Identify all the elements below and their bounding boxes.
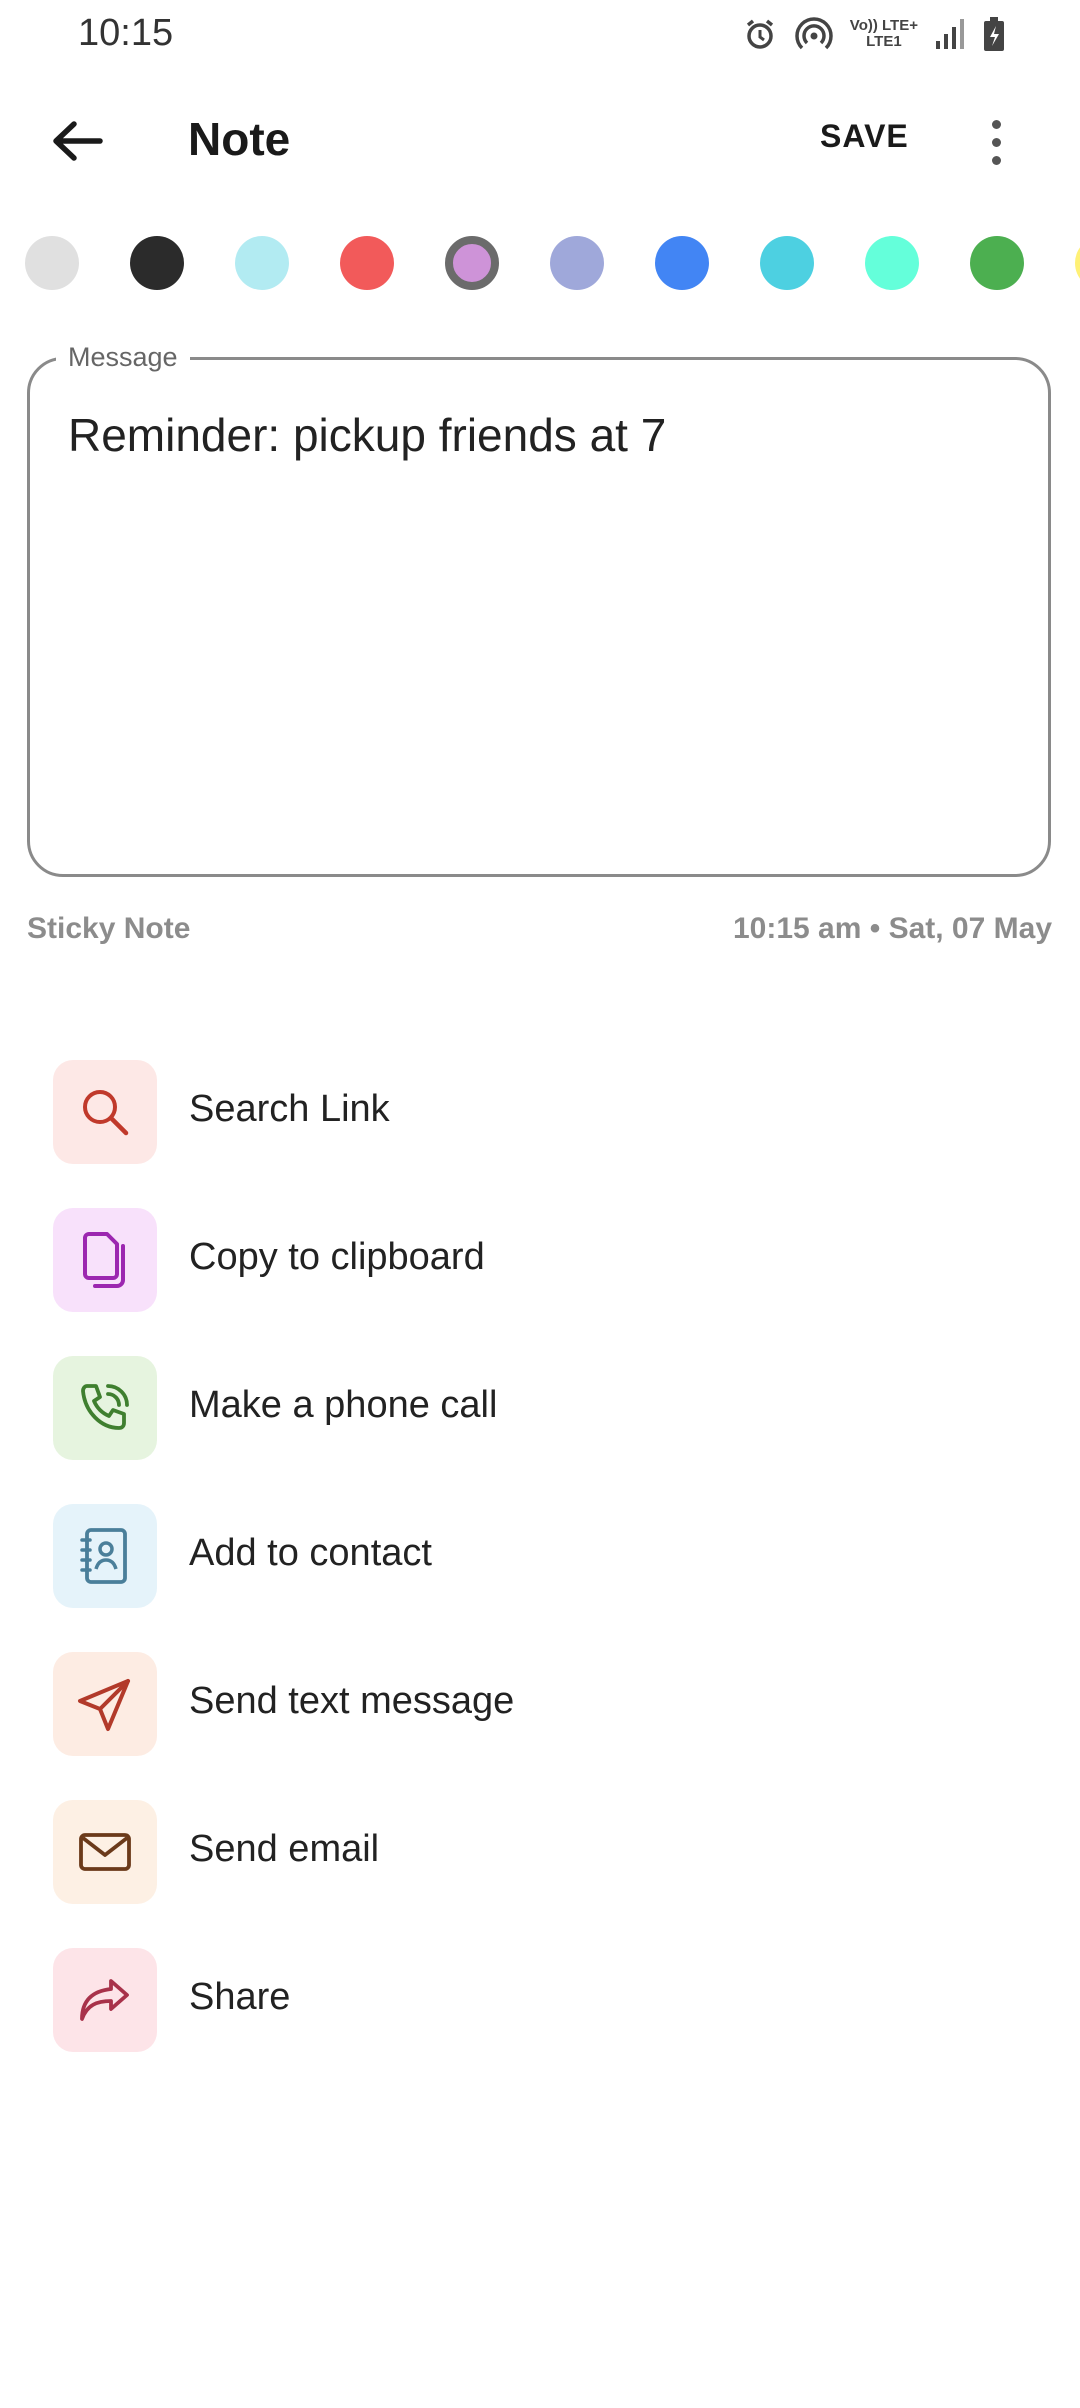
action-icon-box [53,1208,157,1312]
volte-lte-icon: Vo)) LTE+ LTE1 [849,17,918,50]
action-label: Send text message [189,1680,515,1722]
action-label: Add to contact [189,1532,432,1574]
color-swatch[interactable] [970,236,1024,290]
status-bar: 10:15 Vo)) LTE+ LTE1 [0,0,1080,68]
contact-icon [80,1528,127,1584]
send-icon [78,1679,130,1731]
color-swatch[interactable] [865,236,919,290]
color-swatch[interactable] [130,236,184,290]
color-swatch[interactable] [760,236,814,290]
share-action[interactable]: Share [0,1948,1080,2052]
message-text[interactable]: Reminder: pickup friends at 7 [68,408,666,462]
note-type: Sticky Note [27,912,191,945]
action-icon-box [53,1948,157,2052]
add-contact-action[interactable]: Add to contact [0,1504,1080,1608]
color-swatch[interactable] [1075,236,1080,290]
color-swatch[interactable] [445,236,499,290]
action-icon-box [53,1800,157,1904]
battery-icon [982,16,1006,52]
arrow-back-icon [53,121,103,161]
action-label: Share [189,1976,291,2018]
email-icon [79,1833,131,1871]
phone-icon [81,1384,129,1430]
message-label: Message [56,342,190,373]
action-label: Send email [189,1828,380,1870]
send-text-action[interactable]: Send text message [0,1652,1080,1756]
action-label: Search Link [189,1088,390,1130]
copy-icon [83,1232,125,1288]
status-icons: Vo)) LTE+ LTE1 [742,12,1006,56]
color-swatch[interactable] [550,236,604,290]
note-timestamp: 10:15 am • Sat, 07 May [732,912,1052,945]
save-button[interactable]: SAVE [820,118,909,155]
share-icon [80,1979,129,2021]
copy-clipboard-action[interactable]: Copy to clipboard [0,1208,1080,1312]
action-label: Make a phone call [189,1384,498,1426]
alarm-icon [742,16,778,52]
color-swatch[interactable] [340,236,394,290]
color-swatch[interactable] [25,236,79,290]
action-label: Copy to clipboard [189,1236,485,1278]
action-icon-box [53,1060,157,1164]
app-bar: Note SAVE [0,96,1080,186]
more-options-button[interactable] [966,110,1026,174]
search-icon [83,1090,129,1136]
send-email-action[interactable]: Send email [0,1800,1080,1904]
action-icon-box [53,1356,157,1460]
phone-call-action[interactable]: Make a phone call [0,1356,1080,1460]
back-button[interactable] [40,108,114,174]
status-time: 10:15 [78,12,174,54]
action-icon-box [53,1504,157,1608]
action-icon-box [53,1652,157,1756]
color-swatch[interactable] [235,236,289,290]
more-vert-icon [991,119,1001,129]
hotspot-icon [794,16,834,52]
search-link-action[interactable]: Search Link [0,1060,1080,1164]
color-swatch[interactable] [655,236,709,290]
color-picker [0,236,1080,292]
page-title: Note [188,113,291,165]
signal-icon [934,17,966,51]
